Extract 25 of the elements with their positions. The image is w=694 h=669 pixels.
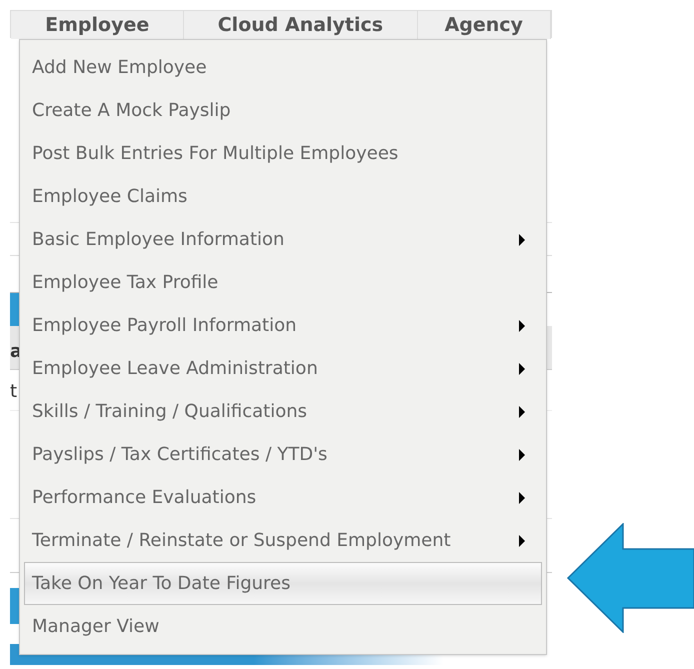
submenu-arrow-icon [519,492,525,504]
menu-item[interactable]: Payslips / Tax Certificates / YTD's [24,433,542,476]
submenu-arrow-icon [519,406,525,418]
menu-item[interactable]: Skills / Training / Qualifications [24,390,542,433]
menu-item[interactable]: Basic Employee Information [24,218,542,261]
menu-item[interactable]: Terminate / Reinstate or Suspend Employment [24,519,542,562]
menu-item[interactable]: Add New Employee [24,46,542,89]
menu-tab[interactable]: Cloud Analytics [184,11,418,39]
menu-item[interactable]: Employee Leave Administration [24,347,542,390]
menu-item[interactable]: Employee Claims [24,175,542,218]
menu-item[interactable]: Performance Evaluations [24,476,542,519]
menu-tab[interactable]: Employee [11,11,184,39]
menu-tab[interactable]: Agency [418,11,551,39]
submenu-arrow-icon [519,448,525,460]
submenu-arrow-icon [519,534,525,546]
menu-item[interactable]: Employee Payroll Information [24,304,542,347]
submenu-arrow-icon [519,362,525,374]
menu-item[interactable]: Manager View [24,605,542,648]
menu-item[interactable]: Take On Year To Date Figures [24,562,542,605]
submenu-arrow-icon [519,320,525,332]
menu-item[interactable]: Create A Mock Payslip [24,89,542,132]
menu-item[interactable]: Post Bulk Entries For Multiple Employees [24,132,542,175]
menu-item[interactable]: Employee Tax Profile [24,261,542,304]
submenu-arrow-icon [519,234,525,246]
arrow-icon [567,523,694,633]
